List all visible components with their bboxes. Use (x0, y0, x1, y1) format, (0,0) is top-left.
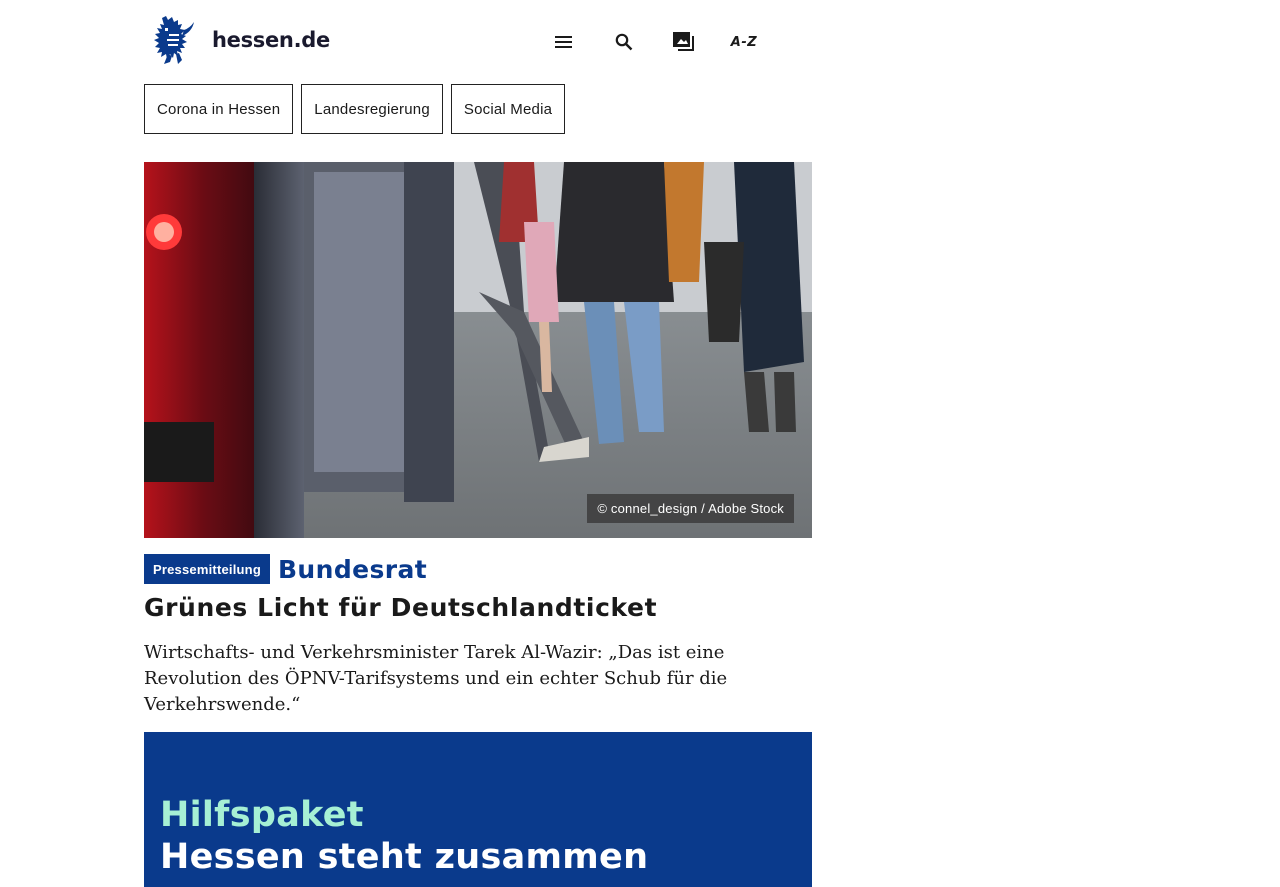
quicklink-corona[interactable]: Corona in Hessen (144, 84, 294, 134)
site-header: hessen.de A-Z (144, 0, 812, 84)
article-type-badge: Pressemitteilung (144, 554, 270, 584)
quicklink-landesregierung[interactable]: Landesregierung (301, 84, 443, 134)
image-credit: © connel_design / Adobe Stock (587, 494, 794, 523)
bus-passengers-photo (144, 162, 812, 538)
search-button[interactable] (602, 22, 646, 62)
article-kicker: Bundesrat (277, 554, 428, 584)
article-headline[interactable]: Grünes Licht für Deutschlandticket (144, 590, 812, 626)
a-z-button[interactable]: A-Z (722, 22, 766, 62)
promo-title-line1: Hilfspaket (160, 795, 364, 835)
menu-button[interactable] (542, 22, 586, 62)
media-gallery-icon (673, 32, 694, 51)
article-teaser: Wirtschafts- und Verkehrsminister Tarek … (144, 642, 728, 715)
quicklinks-bar: Corona in Hessen Landesregierung Social … (144, 84, 573, 134)
hessen-lion-logo-icon (154, 16, 194, 64)
article-hero-image[interactable]: © connel_design / Adobe Stock (144, 162, 812, 538)
article-meta: Pressemitteilung Bundesrat (144, 554, 427, 584)
quicklink-social-media[interactable]: Social Media (450, 84, 566, 134)
header-toolbar: A-Z (542, 22, 782, 62)
site-name: hessen.de (212, 28, 330, 52)
promo-title-line2: Hessen steht zusammen (160, 837, 649, 877)
search-icon (615, 33, 633, 51)
menu-icon (555, 36, 572, 48)
a-z-label: A-Z (730, 34, 758, 50)
mediathek-button[interactable] (662, 22, 706, 62)
site-logo-link[interactable]: hessen.de (148, 14, 330, 66)
hilfspaket-promo-teaser[interactable]: Hilfspaket Hessen steht zusammen (144, 732, 812, 887)
